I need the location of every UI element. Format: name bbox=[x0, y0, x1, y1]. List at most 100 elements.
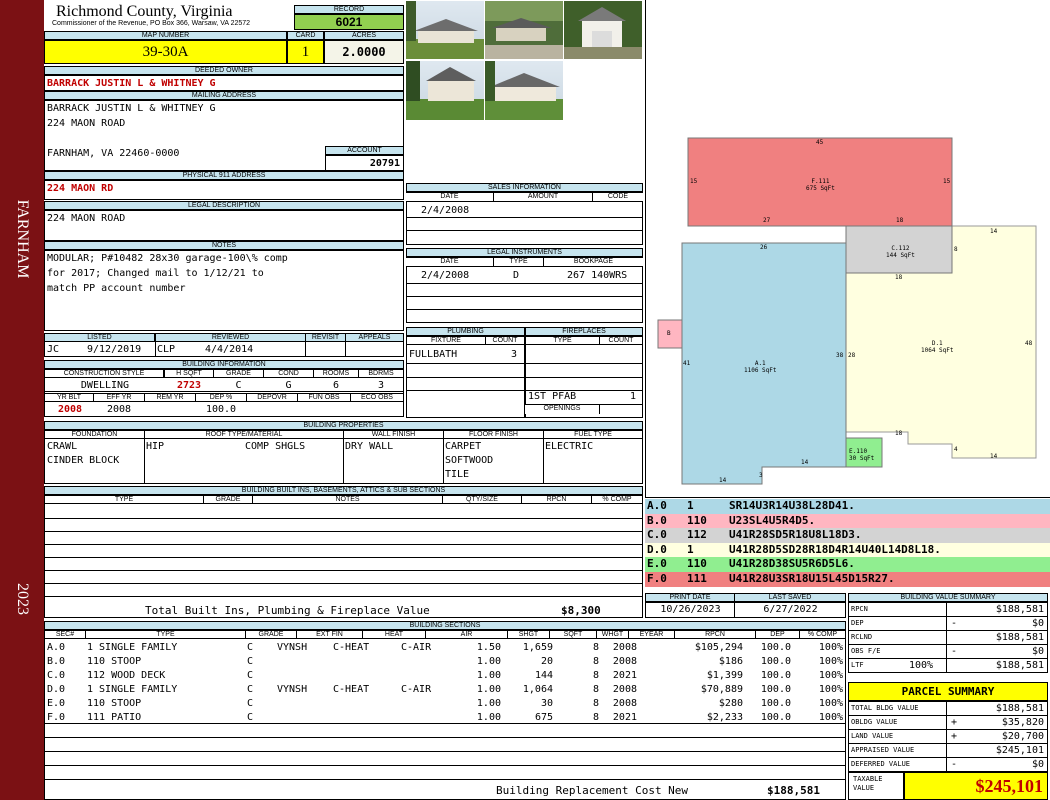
section-cell-comp: 100% bbox=[818, 698, 843, 709]
col-rem-yr: REM YR bbox=[144, 393, 196, 402]
dim-label: 18 bbox=[896, 217, 904, 224]
summary-row: OBS F/E - $0 bbox=[849, 645, 1047, 659]
section-cell-sec: C.0 bbox=[47, 670, 66, 681]
section-cell-whgt: 8 bbox=[592, 642, 599, 653]
legend-sec: D.0 bbox=[647, 542, 667, 556]
section-cell-ext: VYNSH bbox=[277, 642, 308, 653]
notes-label: NOTES bbox=[44, 241, 404, 250]
sec-col-rpcn: RPCN bbox=[674, 630, 756, 639]
sketch-legend: A.0 1 SR14U3R14U38L28D41. B.0 110 U23SL4U5R4D… bbox=[645, 499, 1050, 588]
summary-key: OBS F/E bbox=[851, 647, 881, 655]
legend-sec: E.0 bbox=[647, 557, 667, 571]
parcel-summary-title: PARCEL SUMMARY bbox=[848, 682, 1048, 701]
section-cell-rpcn: $186 bbox=[718, 656, 743, 667]
legend-row: E.0 110 U41R28D38SU5R6D5L6. bbox=[645, 557, 1050, 572]
legend-sec: C.0 bbox=[647, 528, 667, 542]
physical-address-label: PHYSICAL 911 ADDRESS bbox=[44, 171, 404, 180]
photo-5 bbox=[485, 61, 563, 120]
section-cell-type: 110 STOOP bbox=[87, 698, 142, 709]
legend-code: 110 bbox=[687, 557, 707, 571]
legal-description-label: LEGAL DESCRIPTION bbox=[44, 201, 404, 210]
instruments-col-type: TYPE bbox=[494, 258, 544, 267]
builtins-col-grade: GRADE bbox=[203, 495, 253, 504]
photo-3 bbox=[564, 1, 642, 59]
section-cell-comp: 100% bbox=[818, 656, 843, 667]
summary-value: $245,101 bbox=[995, 745, 1044, 756]
account-number: 20791 bbox=[369, 158, 400, 169]
notes-line: match PP account number bbox=[47, 283, 186, 294]
legend-code: 112 bbox=[687, 528, 707, 542]
summary-row: OBLDG VALUE + $35,820 bbox=[849, 716, 1047, 730]
dim-label: 15 bbox=[943, 178, 951, 185]
commissioner-line: Commissioner of the Revenue, PO Box 366,… bbox=[52, 20, 251, 27]
section-cell-grade: C bbox=[247, 642, 254, 653]
deeded-owner: BARRACK JUSTIN L & WHITNEY G bbox=[47, 78, 216, 89]
col-dep: DEP % bbox=[195, 393, 247, 402]
builtins-label: BUILDING BUILT INS, BASEMENTS, ATTICS & … bbox=[44, 486, 643, 495]
sketch-label-c: C.112 144 SqFt bbox=[886, 245, 915, 259]
roof-material: COMP SHGLS bbox=[245, 441, 306, 452]
card-number: 1 bbox=[287, 40, 324, 64]
col-grade: GRADE bbox=[213, 369, 264, 378]
sec-col-type: TYPE bbox=[85, 630, 246, 639]
col-rooms: ROOMS bbox=[313, 369, 359, 378]
taxable-value-label: TAXABLE VALUE bbox=[848, 772, 904, 800]
summary-key: RPCN bbox=[851, 605, 868, 613]
legal-description-box: 224 MAON ROAD bbox=[44, 210, 404, 241]
legend-code: 111 bbox=[687, 572, 707, 585]
summary-key: DEFERRED VALUE bbox=[851, 760, 911, 768]
eff-yr: 2008 bbox=[106, 404, 132, 415]
section-cell-comp: 100% bbox=[818, 684, 843, 695]
section-row: D.0 1 SINGLE FAMILY C VYNSH C-HEAT C-AIR 1.00 1… bbox=[45, 683, 845, 697]
foundation-1: CRAWL bbox=[47, 441, 78, 452]
notes-line: MODULAR; P#10482 28x30 garage-100\% comp bbox=[47, 253, 288, 264]
area-c-label: C.112 bbox=[891, 245, 910, 252]
value-summary-label: BUILDING VALUE SUMMARY bbox=[848, 593, 1048, 602]
floor-finish-2: SOFTWOOD bbox=[445, 455, 494, 466]
sketch-label-a: A.1 1106 SqFt bbox=[744, 360, 777, 374]
summary-key: OBLDG VALUE bbox=[851, 718, 898, 726]
sales-table: DATE AMOUNT CODE 2/4/2008 bbox=[406, 192, 643, 245]
legend-row: C.0 112 U41R28SD5R18U8L18D3. bbox=[645, 528, 1050, 543]
summary-op: 100% bbox=[909, 660, 934, 671]
floor-finish-3: TILE bbox=[445, 469, 470, 480]
dim-label: 45 bbox=[816, 139, 824, 146]
section-row: C.0 112 WOOD DECK C 1.00 144 8 2021 $1,399 100.0… bbox=[45, 669, 845, 683]
dim-label: 26 bbox=[760, 244, 768, 251]
sidebar-city: FARNHAM bbox=[14, 199, 31, 279]
dim-label: 14 bbox=[719, 477, 727, 484]
sketch-label-f: F.111 675 SqFt bbox=[806, 178, 835, 192]
fireplace-openings-label: OPENINGS bbox=[525, 405, 600, 414]
summary-key: LAND VALUE bbox=[851, 732, 894, 740]
dim-label: 14 bbox=[990, 228, 998, 235]
section-cell-shgt: 1.00 bbox=[476, 698, 501, 709]
foundation-2: CINDER BLOCK bbox=[47, 455, 120, 466]
taxable-value: $245,101 bbox=[904, 772, 1048, 800]
instruments-col-book: BOOKPAGE bbox=[544, 258, 643, 267]
section-cell-eyear: 2008 bbox=[612, 642, 637, 653]
section-cell-sqft: 1,064 bbox=[522, 684, 553, 695]
review-col-listed: LISTED bbox=[44, 333, 155, 342]
physical-address: 224 MAON RD bbox=[47, 183, 114, 194]
legend-row: B.0 110 U23SL4U5R4D5. bbox=[645, 513, 1050, 529]
sales-date: 2/4/2008 bbox=[421, 205, 470, 216]
mailing-address-label: MAILING ADDRESS bbox=[44, 91, 404, 100]
legend-sec: F.0 bbox=[647, 572, 667, 585]
sec-col-shgt: SHGT bbox=[507, 630, 550, 639]
section-cell-rpcn: $70,889 bbox=[700, 684, 743, 695]
summary-row: DEP - $0 bbox=[849, 617, 1047, 631]
section-cell-type: 110 STOOP bbox=[87, 656, 142, 667]
deeded-owner-label: DEEDED OWNER bbox=[44, 66, 404, 75]
photo-2 bbox=[485, 1, 563, 59]
instrument-book: 267 140WRS bbox=[567, 270, 628, 281]
section-cell-whgt: 8 bbox=[592, 698, 599, 709]
col-eco-obs: ECO OBS bbox=[350, 393, 404, 402]
section-cell-air: C-AIR bbox=[401, 684, 432, 695]
section-cell-dep: 100.0 bbox=[760, 656, 791, 667]
builtins-col-comp: % COMP bbox=[591, 495, 643, 504]
sec-col-sec: SEC# bbox=[44, 630, 86, 639]
acres-value: 2.0000 bbox=[324, 40, 404, 64]
plumbing-count: 3 bbox=[511, 349, 518, 360]
review-col-revisit: REVISIT bbox=[305, 333, 346, 342]
col-depovr: DEPOVR bbox=[246, 393, 298, 402]
